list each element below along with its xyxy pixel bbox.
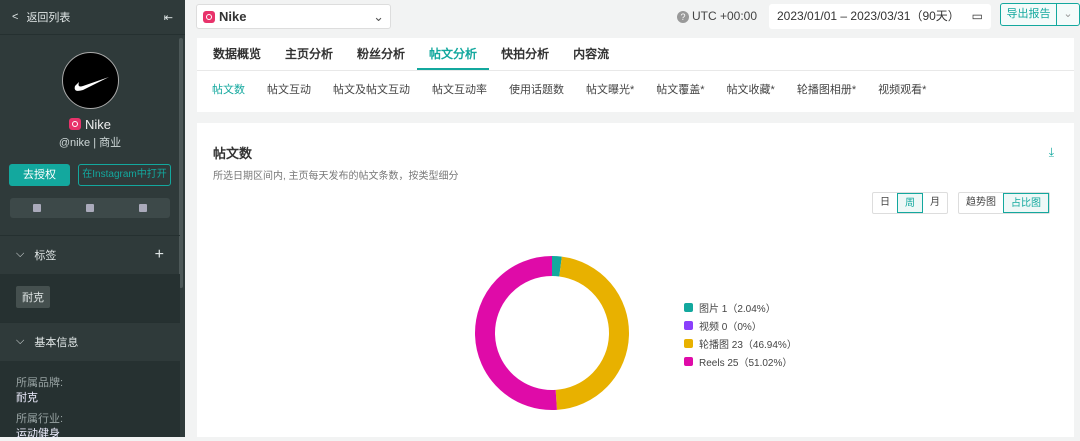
- card-title: 帖文数: [213, 146, 253, 161]
- subtab-5[interactable]: 帖文曝光*: [575, 71, 645, 109]
- legend-item[interactable]: 视频 0（0%）: [684, 316, 797, 334]
- chevron-down-icon: ⌵: [16, 248, 25, 260]
- tab-0[interactable]: 数据概览: [201, 38, 273, 70]
- donut-slice-轮播图[interactable]: [555, 256, 629, 410]
- date-range-picker[interactable]: 2023/01/01 – 2023/03/31（90天） ▭: [769, 4, 991, 29]
- subtab-0[interactable]: 帖文数: [201, 71, 256, 109]
- legend-swatch: [684, 356, 693, 366]
- sidebar: < 返回列表 ⇤ Nike @nike | 商业 去授权 在Instagram中…: [0, 0, 185, 440]
- tab-5[interactable]: 内容流: [561, 38, 621, 70]
- tab-3[interactable]: 帖文分析: [417, 38, 490, 70]
- authorize-button[interactable]: 去授权: [9, 164, 70, 186]
- subtab-9[interactable]: 视频观看*: [867, 71, 937, 109]
- industry-value: 运动健身: [16, 428, 60, 440]
- instagram-icon: [68, 118, 81, 130]
- legend-label: Reels 25（51.02%）: [699, 357, 793, 369]
- brand-label: 所属品牌:: [16, 377, 64, 389]
- legend-label: 图片 1（2.04%）: [699, 303, 776, 315]
- chart-legend: 图片 1（2.04%） 视频 0（0%） 轮播图 23（46.94%） Reels 2…: [684, 298, 797, 370]
- chevron-left-icon[interactable]: <: [12, 11, 18, 23]
- chevron-down-icon: ⌄: [373, 8, 384, 24]
- tab-1[interactable]: 主页分析: [273, 38, 345, 70]
- tab-4[interactable]: 快拍分析: [489, 38, 561, 70]
- timezone: ? UTC +00:00: [677, 9, 757, 23]
- account-actions: [10, 198, 170, 218]
- legend-label: 轮播图 23（46.94%）: [699, 339, 797, 351]
- basic-info-title: 基本信息: [34, 336, 79, 349]
- brand-value: 耐克: [16, 392, 38, 404]
- subtab-8[interactable]: 轮播图相册*: [786, 71, 867, 109]
- add-tag-icon[interactable]: +: [155, 246, 164, 264]
- calendar-icon[interactable]: [139, 204, 148, 212]
- analysis-tabs: 数据概览 主页分析 粉丝分析 帖文分析 快拍分析 内容流 帖文数 帖文互动 帖文及帖文互动 帖文…: [197, 38, 1074, 112]
- legend-item[interactable]: 轮播图 23（46.94%）: [684, 334, 797, 352]
- donut-chart: [475, 256, 629, 410]
- tags-section-header[interactable]: ⌵ 标签 +: [0, 235, 180, 273]
- timezone-text: UTC +00:00: [692, 9, 758, 23]
- calendar-icon: ▭: [971, 9, 983, 23]
- period-week[interactable]: 周: [897, 193, 923, 213]
- brand-select[interactable]: Nike ⌄: [196, 4, 391, 29]
- period-day[interactable]: 日: [873, 193, 897, 213]
- subtab-2[interactable]: 帖文及帖文互动: [322, 71, 421, 109]
- subtab-4[interactable]: 使用话题数: [498, 71, 575, 109]
- subtab-1[interactable]: 帖文互动: [256, 71, 322, 109]
- export-report-button[interactable]: 导出报告 ⌄: [1000, 3, 1080, 26]
- back-to-list-link[interactable]: 返回列表: [26, 9, 163, 25]
- legend-swatch: [684, 320, 693, 330]
- period-month[interactable]: 月: [923, 193, 947, 213]
- legend-item[interactable]: Reels 25（51.02%）: [684, 352, 797, 370]
- subtab-3[interactable]: 帖文互动率: [421, 71, 498, 109]
- avatar: [62, 52, 119, 109]
- view-trend[interactable]: 趋势图: [959, 193, 1003, 213]
- copy-icon[interactable]: [85, 204, 94, 212]
- subtab-6[interactable]: 帖文覆盖*: [645, 71, 715, 109]
- view-toggle: 趋势图 占比图: [958, 192, 1050, 214]
- industry-label: 所属行业:: [16, 413, 64, 425]
- period-toggle: 日 周 月: [872, 192, 948, 214]
- subtab-7[interactable]: 帖文收藏*: [716, 71, 786, 109]
- chevron-down-icon[interactable]: ⌄: [1057, 4, 1079, 25]
- brand-select-value: Nike: [219, 9, 247, 24]
- export-label[interactable]: 导出报告: [1001, 4, 1057, 25]
- sidebar-header: < 返回列表 ⇤: [0, 0, 185, 35]
- chevron-down-icon: ⌵: [16, 335, 25, 347]
- legend-swatch: [684, 338, 693, 348]
- open-in-instagram-button[interactable]: 在Instagram中打开: [78, 164, 171, 186]
- account-name: Nike: [0, 117, 180, 132]
- instagram-icon: [203, 10, 215, 23]
- donut-slice-图片[interactable]: [551, 256, 562, 277]
- donut-slice-Reels[interactable]: [475, 256, 557, 410]
- date-range-text: 2023/01/01 – 2023/03/31（90天）: [777, 9, 960, 23]
- top-bar: Nike ⌄ ? UTC +00:00 2023/01/01 – 2023/03/3…: [185, 0, 1080, 33]
- download-icon[interactable]: ⤓: [1049, 145, 1054, 160]
- legend-label: 视频 0（0%）: [699, 321, 762, 333]
- account-name-text: Nike: [84, 117, 111, 132]
- legend-item[interactable]: 图片 1（2.04%）: [684, 298, 797, 316]
- help-icon[interactable]: ?: [677, 11, 689, 23]
- tab-2[interactable]: 粉丝分析: [345, 38, 417, 70]
- legend-swatch: [684, 302, 693, 312]
- shield-icon[interactable]: [32, 204, 41, 212]
- view-share[interactable]: 占比图: [1003, 193, 1049, 213]
- basic-info-section-header[interactable]: ⌵ 基本信息: [0, 322, 180, 360]
- tags-title: 标签: [34, 249, 57, 262]
- card-description: 所选日期区间内, 主页每天发布的帖文条数，按类型细分: [213, 171, 459, 182]
- account-handle: @nike | 商业: [58, 137, 122, 149]
- collapse-sidebar-icon[interactable]: ⇤: [164, 11, 173, 24]
- tag-chip[interactable]: 耐克: [16, 286, 50, 308]
- post-count-card: 帖文数 所选日期区间内, 主页每天发布的帖文条数，按类型细分 ⤓ 日 周 月 趋…: [197, 123, 1074, 437]
